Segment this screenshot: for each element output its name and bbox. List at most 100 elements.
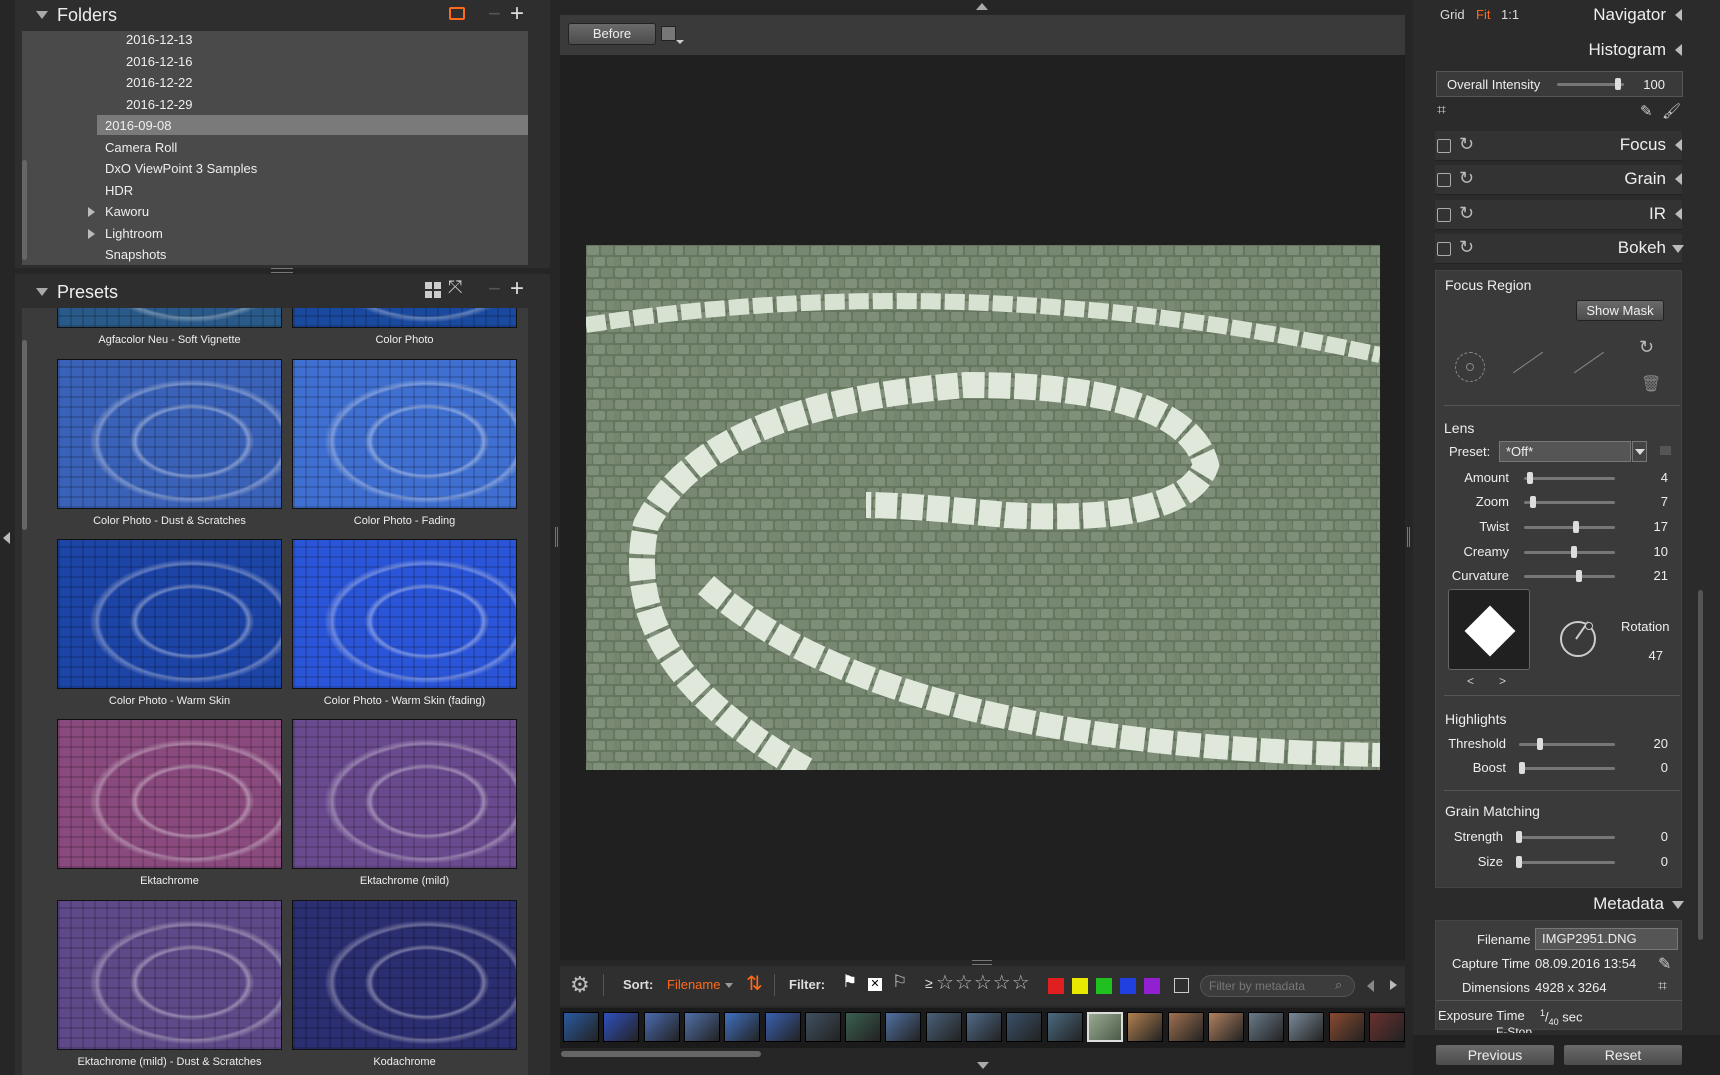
preset-menu-icon[interactable]: [1660, 446, 1671, 455]
collapse-presets-icon[interactable]: [36, 288, 48, 296]
lens-preset-select[interactable]: *Off*: [1499, 441, 1631, 462]
collapse-bottom-icon[interactable]: [977, 1062, 989, 1069]
tool-expand-icon[interactable]: [1675, 208, 1682, 220]
slider-track[interactable]: [1519, 743, 1615, 746]
tool-title-grain[interactable]: Grain: [1624, 169, 1666, 189]
reset-tool-icon[interactable]: ↻: [1459, 168, 1474, 189]
filmstrip-resize-handle[interactable]: [972, 960, 992, 965]
hide-left-panel-icon[interactable]: [3, 532, 10, 544]
zoom-1to1-button[interactable]: 1:1: [1501, 7, 1519, 22]
filmstrip-thumbnail[interactable]: [925, 1012, 962, 1042]
slider-track[interactable]: [1516, 861, 1615, 864]
crop-icon[interactable]: ⌗: [1437, 102, 1446, 120]
navigator-title[interactable]: Navigator: [1593, 5, 1666, 25]
filmstrip-thumbnail[interactable]: [563, 1012, 599, 1042]
collapse-top-icon[interactable]: [976, 3, 988, 10]
slider-track[interactable]: [1524, 501, 1615, 504]
folder-item[interactable]: DxO ViewPoint 3 Samples: [105, 159, 257, 179]
add-folder-button[interactable]: +: [510, 0, 524, 28]
folder-sync-icon[interactable]: [449, 7, 465, 20]
preset-thumbnail[interactable]: [292, 719, 517, 869]
slider-knob[interactable]: [1537, 738, 1543, 750]
filmstrip-thumbnail[interactable]: [1046, 1012, 1083, 1042]
filmstrip-thumbnail[interactable]: [764, 1012, 801, 1042]
filmstrip-thumbnail[interactable]: [1328, 1012, 1365, 1042]
filmstrip-thumbnail[interactable]: [845, 1012, 882, 1042]
delete-focus-icon[interactable]: 🗑: [1641, 374, 1661, 394]
right-splitter[interactable]: [1407, 527, 1410, 547]
preset-thumbnail[interactable]: [292, 308, 517, 328]
color-none-filter[interactable]: [1174, 978, 1189, 993]
reset-tool-icon[interactable]: ↻: [1459, 134, 1474, 155]
folder-item[interactable]: HDR: [105, 181, 133, 201]
picker-icon[interactable]: ✎: [1640, 102, 1653, 120]
preset-thumbnail[interactable]: [57, 539, 282, 689]
before-button[interactable]: Before: [568, 23, 656, 45]
slider-knob[interactable]: [1516, 831, 1522, 843]
overall-intensity-slider[interactable]: [1557, 83, 1624, 86]
slider-track[interactable]: [1524, 526, 1615, 529]
collapse-folders-icon[interactable]: [36, 11, 48, 19]
histogram-title[interactable]: Histogram: [1589, 40, 1666, 60]
navigator-expand-icon[interactable]: [1675, 9, 1682, 21]
edit-pencil-icon[interactable]: ✎: [1658, 954, 1671, 974]
preset-thumbnail[interactable]: [57, 719, 282, 869]
filmstrip-thumbnail[interactable]: [724, 1012, 761, 1042]
flag-rejected-icon[interactable]: ✕: [868, 978, 882, 991]
preset-thumbnail[interactable]: [292, 359, 517, 509]
slider-track[interactable]: [1524, 551, 1615, 554]
filmstrip-thumbnail[interactable]: [1207, 1012, 1244, 1042]
expand-folder-icon[interactable]: [88, 229, 95, 239]
histogram-expand-icon[interactable]: [1675, 44, 1682, 56]
filmstrip-thumbnail[interactable]: [683, 1012, 720, 1042]
brush-icon[interactable]: 🖌: [1662, 102, 1681, 120]
sort-dropdown[interactable]: Filename: [667, 977, 720, 992]
color-label-filter[interactable]: [1096, 978, 1112, 994]
preset-thumbnail[interactable]: [57, 900, 282, 1050]
folder-item[interactable]: 2016-12-29: [126, 95, 193, 115]
collapse-view-icon[interactable]: ⤧: [448, 277, 462, 298]
show-mask-button[interactable]: Show Mask: [1576, 300, 1664, 321]
tool-title-bokeh[interactable]: Bokeh: [1618, 238, 1666, 258]
slider-track[interactable]: [1516, 836, 1615, 839]
crop-dimensions-icon[interactable]: ⌗: [1658, 978, 1667, 996]
metadata-filter-input[interactable]: Filter by metadata: [1200, 975, 1355, 997]
metadata-title[interactable]: Metadata: [1593, 894, 1664, 914]
presets-scrollbar[interactable]: [22, 340, 27, 530]
reset-focus-icon[interactable]: ↻: [1639, 337, 1654, 358]
tool-expand-icon[interactable]: [1675, 139, 1682, 151]
rotation-dial-handle[interactable]: [1585, 622, 1593, 630]
next-shape-button[interactable]: >: [1499, 674, 1506, 688]
reset-tool-icon[interactable]: ↻: [1459, 237, 1474, 258]
compare-mode-icon[interactable]: [661, 26, 676, 41]
reset-tool-icon[interactable]: ↻: [1459, 203, 1474, 224]
reset-button[interactable]: Reset: [1563, 1044, 1683, 1066]
filmstrip-thumbnail[interactable]: [966, 1012, 1002, 1042]
tool-expand-icon[interactable]: [1672, 245, 1684, 253]
folder-item[interactable]: Snapshots: [105, 245, 166, 265]
filmstrip-thumbnail[interactable]: [1248, 1012, 1285, 1042]
prev-shape-button[interactable]: <: [1467, 674, 1474, 688]
filmstrip-scrollbar[interactable]: [561, 1051, 761, 1057]
toggle-tool-icon[interactable]: [1437, 173, 1451, 187]
folder-item[interactable]: Camera Roll: [105, 138, 177, 158]
slider-track[interactable]: [1519, 767, 1615, 770]
folder-item[interactable]: Kaworu: [105, 202, 149, 222]
filmstrip-thumbnail[interactable]: [885, 1012, 922, 1042]
filmstrip-thumbnail[interactable]: [1006, 1012, 1043, 1042]
rating-stars[interactable]: ☆☆☆☆☆: [936, 970, 1031, 995]
color-label-filter[interactable]: [1120, 978, 1136, 994]
grid-view-icon[interactable]: [425, 282, 441, 298]
rating-operator[interactable]: ≥: [925, 975, 933, 991]
folder-item[interactable]: 2016-12-16: [126, 52, 193, 72]
toggle-tool-icon[interactable]: [1437, 208, 1451, 222]
filmstrip-thumbnail[interactable]: [804, 1012, 841, 1042]
filmstrip-thumbnail[interactable]: [603, 1012, 640, 1042]
preset-thumbnail[interactable]: [57, 359, 282, 509]
settings-gear-icon[interactable]: ⚙: [570, 972, 590, 998]
color-label-filter[interactable]: [1144, 978, 1160, 994]
previous-button[interactable]: Previous: [1435, 1044, 1555, 1066]
slider-track[interactable]: [1524, 575, 1615, 578]
folder-item[interactable]: 2016-12-13: [126, 31, 193, 50]
folders-scrollbar[interactable]: [22, 160, 27, 260]
